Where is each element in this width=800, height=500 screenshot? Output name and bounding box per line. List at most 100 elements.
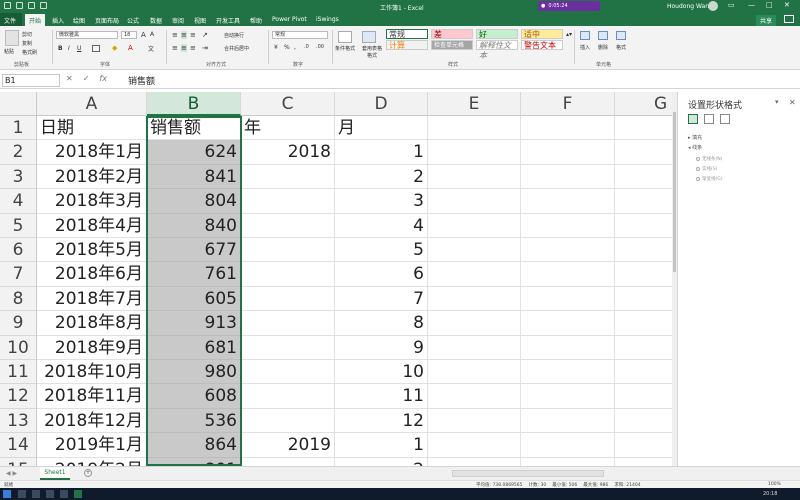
autosave-icon[interactable] xyxy=(4,2,11,9)
name-box[interactable]: B1 xyxy=(2,74,60,87)
paste-icon[interactable] xyxy=(5,30,19,46)
cell-empty[interactable] xyxy=(615,238,672,263)
increase-decimal-icon[interactable]: .0 xyxy=(304,44,309,50)
cell-empty[interactable] xyxy=(521,140,615,165)
cell-month[interactable]: 11 xyxy=(335,384,428,409)
cell-date[interactable]: 2018年11月 xyxy=(37,384,147,409)
row-header[interactable]: 14 xyxy=(0,433,37,458)
panel-close-icon[interactable]: ✕ xyxy=(789,98,796,107)
cell-empty[interactable] xyxy=(428,408,521,434)
cell-empty[interactable] xyxy=(521,311,615,336)
cell-empty[interactable] xyxy=(428,384,521,409)
column-header-d[interactable]: D xyxy=(335,92,428,116)
close-icon[interactable]: ✕ xyxy=(784,1,790,9)
cell-sales[interactable]: 841 xyxy=(147,164,241,190)
cell-sales[interactable]: 761 xyxy=(147,262,241,287)
cell-month[interactable]: 2 xyxy=(335,164,428,190)
tab-draw[interactable]: 绘图 xyxy=(73,16,85,25)
formula-input[interactable]: 销售额 xyxy=(128,74,155,87)
tab-home[interactable]: 开始 xyxy=(25,14,46,26)
delete-cells-button[interactable]: 删除 xyxy=(598,44,608,51)
format-cells-icon[interactable] xyxy=(616,31,626,40)
style-calculation[interactable]: 计算 xyxy=(386,40,428,50)
cell-month[interactable]: 5 xyxy=(335,238,428,263)
cell-month[interactable]: 6 xyxy=(335,262,428,287)
row-header[interactable]: 11 xyxy=(0,360,37,385)
tab-developer[interactable]: 开发工具 xyxy=(216,16,240,25)
cell-date[interactable]: 2019年2月 xyxy=(37,457,147,466)
cell-empty[interactable] xyxy=(615,458,672,466)
browser-icon[interactable] xyxy=(46,490,54,498)
cell-sales[interactable]: 913 xyxy=(147,311,241,336)
cell-empty[interactable] xyxy=(428,335,521,360)
cell-date[interactable]: 2018年6月 xyxy=(37,262,147,287)
cell-empty[interactable] xyxy=(428,213,521,238)
grow-font-icon[interactable]: A xyxy=(141,31,146,39)
cell-sales[interactable]: 608 xyxy=(147,384,241,409)
insert-cells-button[interactable]: 插入 xyxy=(580,44,590,51)
minimize-icon[interactable]: — xyxy=(748,1,755,9)
cell-empty[interactable] xyxy=(428,262,521,287)
style-good[interactable]: 好 xyxy=(476,29,518,39)
cell-date[interactable]: 2018年9月 xyxy=(37,335,147,360)
cell-empty[interactable] xyxy=(521,457,615,466)
tab-page-layout[interactable]: 页面布局 xyxy=(95,16,119,25)
cell-empty[interactable] xyxy=(615,360,672,385)
size-properties-icon[interactable] xyxy=(720,114,730,124)
row-header[interactable]: 6 xyxy=(0,238,37,263)
cell-empty[interactable] xyxy=(521,189,615,214)
wrap-text-button[interactable]: 自动换行 xyxy=(224,32,244,39)
underline-icon[interactable]: U xyxy=(77,45,81,52)
cell-empty[interactable] xyxy=(428,238,521,263)
line-option-solid[interactable]: 实线(S) xyxy=(696,166,717,172)
header-cell[interactable]: 销售额 xyxy=(147,116,241,141)
cell-sales[interactable]: 536 xyxy=(147,408,241,434)
format-table-icon[interactable] xyxy=(362,31,376,43)
cell-year[interactable] xyxy=(241,408,335,434)
folder-icon[interactable] xyxy=(60,490,68,498)
cell-empty[interactable] xyxy=(428,433,521,458)
cell-date[interactable]: 2018年1月 xyxy=(37,140,147,165)
cell-month[interactable]: 1 xyxy=(335,140,428,165)
font-size-select[interactable]: 18 xyxy=(121,31,137,39)
header-cell[interactable] xyxy=(521,116,615,141)
cell-empty[interactable] xyxy=(615,287,672,312)
cell-year[interactable]: 2018 xyxy=(241,140,335,165)
zoom-level[interactable]: 100% xyxy=(768,482,781,487)
merge-center-button[interactable]: 合并后居中 xyxy=(224,45,249,52)
delete-cells-icon[interactable] xyxy=(598,31,608,40)
fill-color-icon[interactable]: ◆ xyxy=(112,44,117,52)
cell-empty[interactable] xyxy=(428,360,521,385)
redo-icon[interactable] xyxy=(40,2,47,9)
start-icon[interactable] xyxy=(3,490,11,498)
cell-empty[interactable] xyxy=(615,311,672,336)
align-left-icon[interactable]: ≡ xyxy=(172,44,178,52)
row-header[interactable]: 1 xyxy=(0,116,37,141)
cell-month[interactable]: 9 xyxy=(335,335,428,360)
cell-empty[interactable] xyxy=(428,164,521,190)
header-cell[interactable]: 月 xyxy=(335,116,428,141)
style-normal[interactable]: 常规 xyxy=(386,29,428,39)
undo-icon[interactable] xyxy=(28,2,35,9)
cell-month[interactable]: 3 xyxy=(335,189,428,214)
indent-icon[interactable]: ⇥ xyxy=(202,44,208,52)
style-warning[interactable]: 警告文本 xyxy=(521,40,563,50)
sheet-nav-icon[interactable]: ◀ ▶ xyxy=(6,470,17,477)
cell-empty[interactable] xyxy=(521,408,615,434)
cell-empty[interactable] xyxy=(521,433,615,458)
share-button[interactable]: 共享 xyxy=(756,15,777,26)
font-name-select[interactable]: 微软雅黑 xyxy=(56,31,118,39)
select-all-corner[interactable] xyxy=(0,92,37,116)
format-cells-button[interactable]: 格式 xyxy=(616,44,626,51)
font-color-icon[interactable]: A xyxy=(128,44,133,52)
cell-date[interactable]: 2018年3月 xyxy=(37,189,147,214)
sheet-tab[interactable]: Sheet1 xyxy=(40,467,70,480)
save-icon[interactable] xyxy=(16,2,23,9)
shrink-font-icon[interactable]: A xyxy=(150,31,154,38)
tab-insert[interactable]: 插入 xyxy=(52,16,64,25)
cell-empty[interactable] xyxy=(428,457,521,466)
phonetic-icon[interactable]: 文 xyxy=(148,44,154,53)
search-icon[interactable] xyxy=(18,490,26,498)
tab-power-pivot[interactable]: Power Pivot xyxy=(272,16,307,23)
cell-empty[interactable] xyxy=(521,213,615,238)
